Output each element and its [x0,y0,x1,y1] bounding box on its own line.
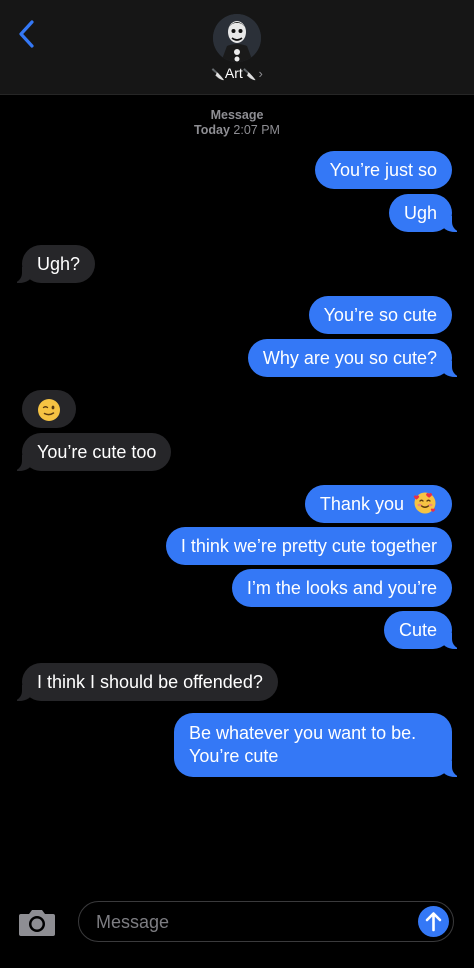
avatar-image [213,14,261,62]
message-text: You’re so cute [323,305,437,325]
winking-face-emoji [37,398,61,422]
conversation-meta: Message Today 2:07 PM [0,108,474,138]
day-label: Today [194,123,230,137]
chevron-left-icon [19,20,34,48]
contact-avatar[interactable] [213,14,261,62]
message-text: I’m the looks and you’re [246,578,437,598]
message-text: Ugh [403,203,437,223]
message-text: Thank you [319,494,404,514]
camera-icon [19,910,55,936]
conversation-header: 🔪Art🔪 › [0,0,474,95]
smiling-face-with-hearts-emoji [413,491,437,515]
message-bubble-outgoing[interactable]: You’re so cute [308,296,452,334]
message-text: Cute [398,620,437,640]
chevron-right-icon: › [258,66,263,81]
back-button[interactable] [12,16,44,52]
message-bubble-outgoing[interactable]: Be whatever you want to be. You’re cute [174,713,464,777]
message-text: I think I should be offended? [37,672,263,692]
message-bubble-incoming[interactable]: I think I should be offended? [10,663,278,701]
message-bubble-outgoing[interactable]: I’m the looks and you’re [231,569,452,607]
message-text: You’re just so [329,160,437,180]
knife-left-emoji: 🔪 [211,69,225,81]
message-text: Be whatever you want to be. You’re cute [189,723,417,766]
message-input[interactable]: Message [78,901,454,942]
message-text: Ugh? [37,254,81,274]
message-bubble-outgoing[interactable]: Thank you [304,485,452,523]
camera-button[interactable] [17,904,57,940]
winking-face-icon [38,399,60,422]
smiling-face-with-hearts-icon [413,492,436,514]
message-bubble-incoming[interactable]: You’re cute too [9,433,172,471]
message-bubble-outgoing[interactable]: Why are you so cute? [247,339,465,377]
message-bubble-incoming[interactable] [22,390,76,428]
message-text: You’re cute too [37,442,157,462]
send-button[interactable] [418,906,449,937]
contact-name: Art [224,65,243,81]
message-bubble-outgoing[interactable]: Cute [383,611,465,649]
message-input-placeholder: Message [96,912,170,932]
message-bubble-incoming[interactable]: Ugh? [9,245,96,283]
message-bubble-outgoing[interactable]: You’re just so [314,151,452,189]
knife-right-emoji: 🔪 [242,69,257,81]
service-label: Message [210,108,264,122]
message-text: I think we’re pretty cute together [180,536,437,556]
arrow-up-icon [425,912,442,932]
message-text: Why are you so cute? [262,348,437,368]
message-bubble-outgoing[interactable]: Ugh [388,194,465,232]
time-label: 2:07 PM [233,123,280,137]
message-bubble-outgoing[interactable]: I think we’re pretty cute together [165,527,452,565]
contact-name-button[interactable]: 🔪Art🔪 › [0,65,474,81]
